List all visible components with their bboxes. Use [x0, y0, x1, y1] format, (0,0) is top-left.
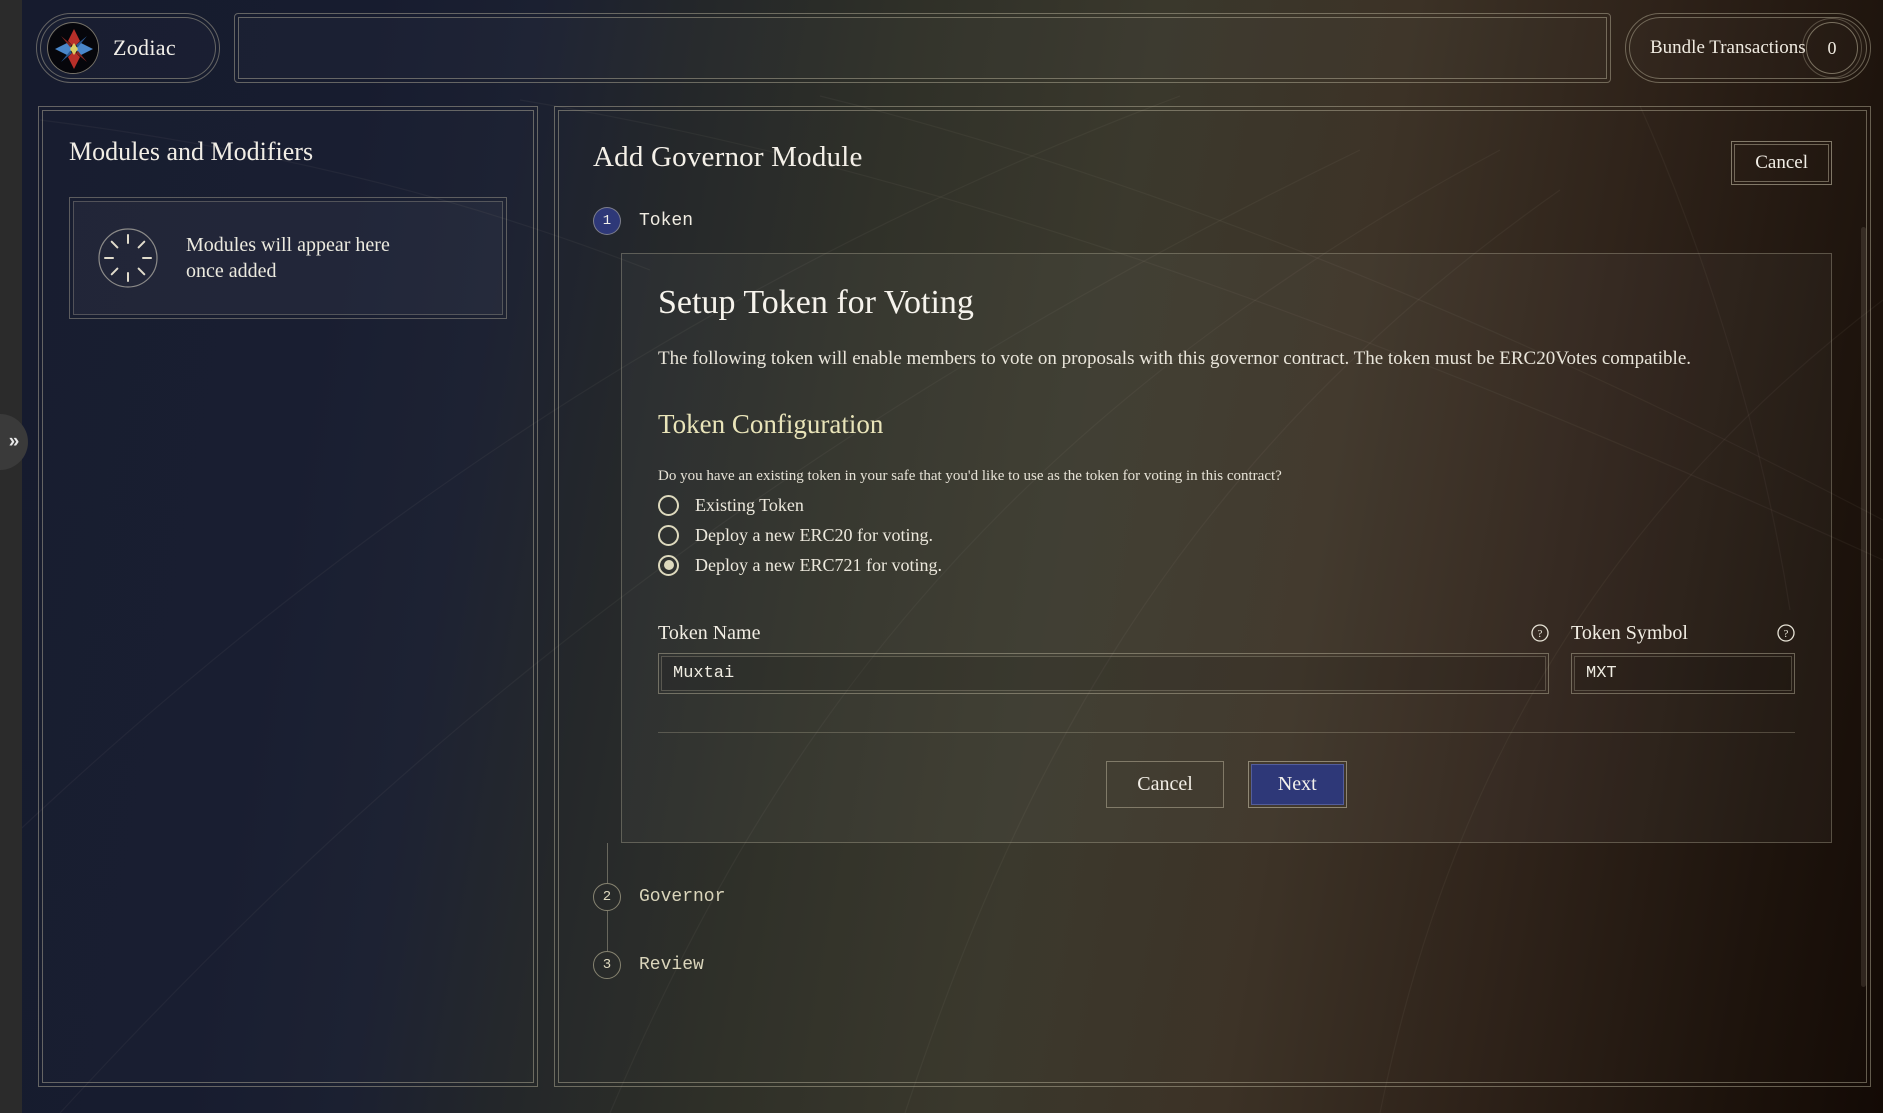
modules-empty-card: Modules will appear here once added — [69, 197, 507, 319]
radio-new-erc20[interactable]: Deploy a new ERC20 for voting. — [658, 524, 1795, 546]
step-governor-label: Governor — [639, 886, 726, 907]
card-cancel-button[interactable]: Cancel — [1106, 760, 1224, 808]
radio-new-erc20-circle[interactable] — [658, 524, 679, 546]
token-fields: Token Name ? Muxtai Token Symbol ? MXT — [658, 622, 1795, 694]
modules-empty-line2: once added — [186, 260, 277, 282]
radio-new-erc20-label: Deploy a new ERC20 for voting. — [695, 524, 933, 545]
brand-button[interactable]: Zodiac — [36, 13, 220, 83]
radio-new-erc721-circle[interactable] — [658, 554, 679, 576]
radial-tick-circle-icon — [96, 226, 160, 290]
step-review-label: Review — [639, 954, 704, 975]
left-rail — [0, 0, 22, 1113]
setup-token-card: Setup Token for Voting The following tok… — [621, 253, 1832, 843]
token-name-field: Token Name ? — [658, 622, 1549, 694]
modules-panel-title: Modules and Modifiers — [69, 137, 314, 166]
top-bar: Zodiac Bundle Transactions 0 — [22, 0, 1883, 94]
bundle-transactions-count: 0 — [1802, 18, 1862, 78]
cancel-wizard-label: Cancel — [1734, 144, 1829, 182]
bundle-transactions-button[interactable]: Bundle Transactions 0 — [1625, 13, 1871, 83]
token-symbol-input[interactable] — [1574, 655, 1792, 691]
radio-existing-token-circle[interactable] — [658, 494, 679, 516]
main-body: Modules and Modifiers Modules will appea… — [22, 94, 1883, 1113]
radio-new-erc721-label: Deploy a new ERC721 for voting. — [695, 554, 942, 575]
governor-wizard-panel: Add Governor Module Cancel 1 Token Setup… — [554, 106, 1871, 1087]
chevron-double-right-icon: » — [8, 431, 20, 452]
step-connector-1 — [607, 842, 608, 883]
zodiac-orb-logo-icon — [47, 22, 99, 74]
step-governor[interactable]: 2 Governor — [593, 882, 1832, 911]
step-connector-2 — [607, 910, 608, 951]
vertical-scrollbar[interactable] — [1861, 227, 1866, 987]
address-input[interactable] — [239, 18, 1606, 78]
wizard-stepper: 1 Token Setup Token for Voting The follo… — [593, 207, 1832, 979]
card-next-label: Next — [1250, 763, 1344, 805]
token-configuration-heading: Token Configuration — [658, 408, 884, 439]
svg-text:?: ? — [1538, 628, 1543, 640]
radio-existing-token[interactable]: Existing Token — [658, 494, 1795, 516]
modules-empty-text: Modules will appear here once added — [186, 232, 390, 285]
modules-empty-line1: Modules will appear here — [186, 233, 390, 256]
step-token-number: 1 — [593, 207, 621, 235]
radio-new-erc721[interactable]: Deploy a new ERC721 for voting. — [658, 554, 1795, 576]
page-title: Add Governor Module — [593, 141, 863, 173]
app-root: » Zodiac Bundle Transactions 0 Modules a… — [0, 0, 1883, 1113]
step-review-number: 3 — [593, 950, 621, 979]
step-token-label: Token — [639, 211, 694, 231]
token-name-input[interactable] — [661, 655, 1546, 691]
token-symbol-label: Token Symbol — [1571, 621, 1688, 644]
step-review[interactable]: 3 Review — [593, 950, 1832, 979]
card-heading: Setup Token for Voting — [658, 284, 974, 321]
svg-text:?: ? — [1784, 628, 1789, 640]
step-governor-number: 2 — [593, 882, 621, 911]
step-token[interactable]: 1 Token — [593, 207, 1832, 235]
radio-existing-token-label: Existing Token — [695, 494, 804, 515]
card-actions: Cancel Next — [658, 760, 1795, 808]
card-divider — [658, 731, 1795, 733]
question-circle-icon[interactable]: ? — [1531, 624, 1549, 643]
address-bar[interactable] — [234, 13, 1611, 83]
question-circle-icon[interactable]: ? — [1777, 624, 1795, 643]
token-symbol-field: Token Symbol ? — [1571, 622, 1795, 694]
token-configuration-question: Do you have an existing token in your sa… — [658, 467, 1282, 484]
cancel-wizard-button[interactable]: Cancel — [1731, 141, 1832, 185]
bundle-transactions-label: Bundle Transactions — [1650, 37, 1806, 58]
modules-panel: Modules and Modifiers Modules will appea… — [38, 106, 538, 1087]
card-description: The following token will enable members … — [658, 348, 1692, 369]
brand-name-label: Zodiac — [113, 35, 176, 60]
card-next-button[interactable]: Next — [1247, 760, 1347, 808]
token-name-label: Token Name — [658, 621, 761, 644]
wizard-header: Add Governor Module Cancel — [593, 141, 1832, 185]
